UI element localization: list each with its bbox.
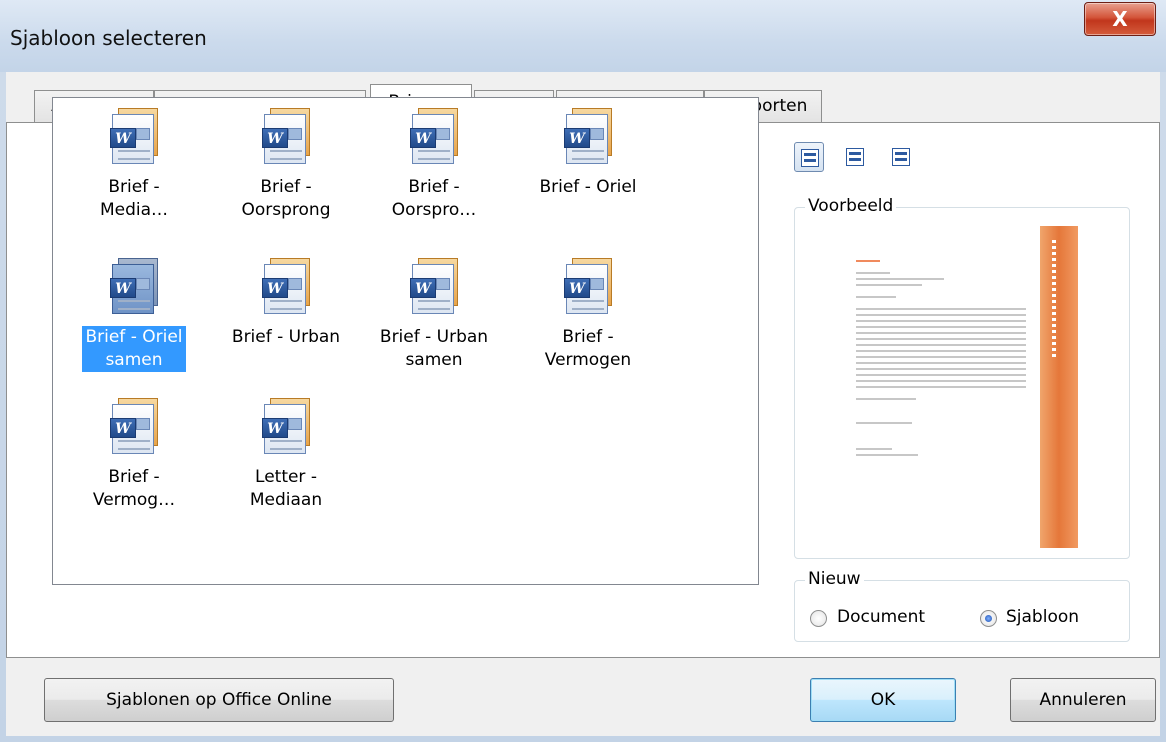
close-icon: X (1112, 7, 1128, 31)
preview-legend: Voorbeeld (805, 196, 897, 216)
word-document-icon: W (258, 108, 314, 170)
word-document-icon: W (406, 258, 462, 320)
close-button[interactable]: X (1084, 2, 1156, 36)
word-document-icon: W (406, 108, 462, 170)
list-item-label: Brief - Urban (231, 327, 341, 347)
large-icons-button[interactable] (794, 142, 824, 172)
list-item[interactable]: W Brief - Oorspro… (371, 108, 497, 222)
new-legend: Nieuw (805, 569, 864, 589)
office-online-button[interactable]: Sjablonen op Office Online (44, 678, 394, 722)
list-item-label: Brief - Vermog… (92, 467, 176, 510)
window-title: Sjabloon selecteren (10, 26, 207, 50)
list-view-icon (846, 148, 864, 166)
list-item[interactable]: W Brief - Vermogen (525, 258, 651, 372)
list-item-label: Brief - Urban samen (379, 327, 489, 370)
word-document-icon: W (106, 108, 162, 170)
template-list[interactable]: W Brief - Media… W Brief - Oorsprong W B… (52, 97, 759, 585)
word-document-icon: W (258, 398, 314, 460)
preview-accent-bar (1040, 226, 1078, 548)
word-document-icon: W (560, 258, 616, 320)
list-item-label: Letter - Mediaan (249, 467, 323, 510)
large-icons-view-icon (801, 149, 819, 167)
list-item[interactable]: W Brief - Urban (223, 258, 349, 349)
cancel-button[interactable]: Annuleren (1010, 678, 1156, 722)
title-bar[interactable]: Sjabloon selecteren X (0, 0, 1166, 72)
list-item-label: Brief - Oorspro… (391, 177, 477, 220)
details-view-button[interactable] (886, 142, 916, 172)
list-item[interactable]: W Brief - Oorsprong (223, 108, 349, 222)
list-item-selected[interactable]: W Brief - Oriel samen (71, 258, 197, 372)
list-item[interactable]: W Brief - Urban samen (371, 258, 497, 372)
template-radio-label[interactable]: Sjabloon (1006, 607, 1079, 627)
list-item-label: Brief - Oorsprong (241, 177, 331, 220)
list-item-label: Brief - Media… (99, 177, 169, 220)
list-item-label: Brief - Oriel (539, 177, 637, 197)
template-dialog: Sjabloon selecteren X Algemeen Andere do… (0, 0, 1166, 742)
document-radio-label[interactable]: Document (837, 607, 925, 627)
list-item[interactable]: W Letter - Mediaan (223, 398, 349, 512)
word-document-icon: W (560, 108, 616, 170)
list-view-button[interactable] (840, 142, 870, 172)
list-item[interactable]: W Brief - Vermog… (71, 398, 197, 512)
list-item-label: Brief - Oriel samen (82, 326, 186, 372)
word-document-icon: W (106, 398, 162, 460)
list-item-label: Brief - Vermogen (544, 327, 632, 370)
ok-button[interactable]: OK (810, 678, 956, 722)
template-radio[interactable] (980, 610, 997, 627)
word-document-icon: W (258, 258, 314, 320)
list-item[interactable]: W Brief - Oriel (525, 108, 651, 199)
list-item[interactable]: W Brief - Media… (71, 108, 197, 222)
document-radio[interactable] (810, 610, 827, 627)
word-document-icon: W (106, 258, 162, 320)
details-view-icon (892, 148, 910, 166)
